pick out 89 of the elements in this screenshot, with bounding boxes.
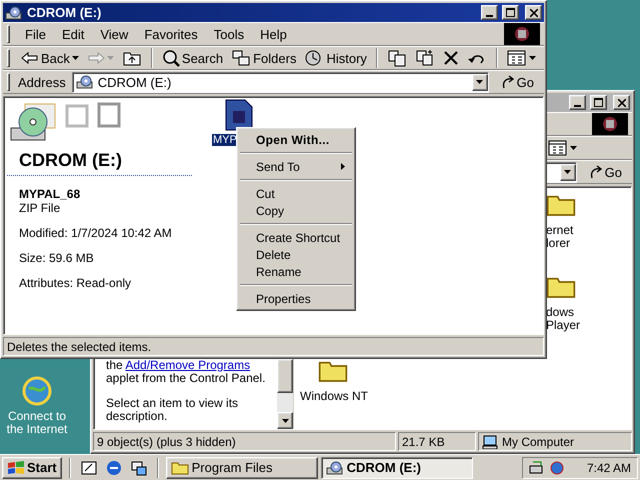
folder-label[interactable]: dows Player: [546, 306, 586, 332]
menu-item[interactable]: Delete: [239, 246, 353, 263]
menu-item[interactable]: Favorites: [137, 24, 205, 44]
right-arrow-icon: [86, 51, 105, 65]
taskbar-button[interactable]: CDROM (E:): [320, 456, 473, 478]
status-pane: My Computer: [478, 432, 632, 451]
caret-icon: [570, 146, 577, 150]
menu-item[interactable]: File: [18, 24, 53, 44]
dropdown-button[interactable]: [560, 164, 576, 180]
folder-icon: [546, 275, 576, 299]
computer-icon: [482, 434, 498, 448]
info-text: the Add/Remove Programs applet from the Control Panel.: [106, 359, 266, 385]
scroll-down-button[interactable]: [277, 412, 293, 429]
go-arrow-icon: [588, 165, 603, 179]
zip-file-icon[interactable]: [225, 99, 253, 131]
window-title: CDROM (E:): [27, 5, 102, 20]
address-field[interactable]: CDROM (E:): [72, 72, 489, 92]
caret-icon: [528, 56, 536, 60]
caret-icon: [476, 80, 484, 84]
submenu-arrow-icon: [341, 163, 345, 170]
copy-to-icon: [414, 49, 435, 67]
delete-icon: [442, 50, 459, 66]
drive-heading: CDROM (E:): [19, 150, 123, 171]
minimize-button[interactable]: [481, 5, 498, 20]
cd-drive-icon: [5, 6, 23, 20]
go-button[interactable]: Go: [578, 164, 628, 180]
folder-icon: [170, 460, 189, 474]
menu-item[interactable]: Help: [253, 24, 294, 44]
taskbar-button[interactable]: Program Files: [166, 456, 318, 478]
desktop-icon-label[interactable]: Connect to the Internet: [5, 410, 69, 436]
menu-item[interactable]: Send To: [239, 158, 353, 175]
menu-item[interactable]: Edit: [54, 24, 92, 44]
menu-item[interactable]: Copy: [239, 202, 353, 219]
folder-icon: [546, 193, 576, 217]
move-to-icon: [386, 49, 407, 67]
info-text: Select an item to view its description.: [106, 397, 240, 423]
left-arrow-icon: [21, 51, 39, 65]
go-button[interactable]: Go: [490, 74, 540, 90]
file-detail: Attributes: Read-only: [19, 276, 132, 290]
status-pane: 9 object(s) (plus 3 hidden): [93, 432, 396, 451]
file-label[interactable]: MYP: [212, 134, 238, 146]
windows-flag-icon: [7, 460, 25, 475]
history-button[interactable]: History: [301, 48, 370, 68]
views-icon: [506, 50, 527, 66]
folders-button[interactable]: Folders: [228, 48, 300, 68]
cd-drive-icon: [326, 460, 344, 474]
clock: 7:42 AM: [586, 460, 631, 474]
search-button[interactable]: Search: [158, 48, 226, 68]
maximize-button[interactable]: [590, 95, 607, 110]
maximize-button[interactable]: [502, 5, 519, 20]
search-icon: [162, 49, 180, 67]
menu-item[interactable]: View: [93, 24, 136, 44]
go-arrow-icon: [500, 75, 515, 89]
folder-label[interactable]: Windows NT: [300, 390, 368, 403]
menu-item[interactable]: Open With...: [239, 131, 353, 148]
menu-item[interactable]: Tools: [206, 24, 252, 44]
start-button[interactable]: Start: [2, 456, 62, 478]
file-name: MYPAL_68: [19, 187, 82, 201]
close-icon: [618, 98, 626, 106]
close-button[interactable]: [613, 95, 630, 110]
menu-item[interactable]: Create Shortcut: [239, 229, 353, 246]
folder-label[interactable]: ernet lorer: [546, 224, 586, 250]
file-type: ZIP File: [19, 201, 62, 215]
maximize-icon: [506, 8, 515, 17]
address-label: Address: [18, 74, 66, 90]
dropdown-button[interactable]: [472, 74, 488, 90]
close-button[interactable]: [525, 5, 542, 20]
file-detail: Size: 59.6 MB: [19, 251, 95, 265]
minimize-button[interactable]: [569, 95, 586, 110]
menu-item[interactable]: Properties: [239, 290, 353, 307]
close-icon: [530, 8, 538, 16]
back-button[interactable]: Back: [18, 50, 82, 66]
globe-icon[interactable]: [21, 375, 53, 407]
maximize-icon: [594, 98, 603, 107]
folders-icon: [231, 49, 252, 67]
file-detail: Modified: 1/7/2024 10:42 AM: [19, 226, 173, 240]
status-pane: Deletes the selected items.: [3, 337, 544, 356]
control-panel-link[interactable]: Add/Remove Programs: [125, 358, 250, 372]
status-pane: 21.7 KB: [398, 432, 476, 451]
caret-icon: [106, 56, 114, 60]
scrollbar-thumb[interactable]: [277, 359, 293, 393]
caret-icon: [72, 56, 79, 60]
minimize-icon: [574, 104, 581, 106]
minimize-icon: [486, 14, 493, 16]
cd-drive-icon: [76, 75, 94, 89]
caret-icon: [564, 170, 572, 174]
menu-item[interactable]: Rename: [239, 263, 353, 280]
caret-icon: [282, 418, 288, 422]
menu-item[interactable]: Cut: [239, 185, 353, 202]
